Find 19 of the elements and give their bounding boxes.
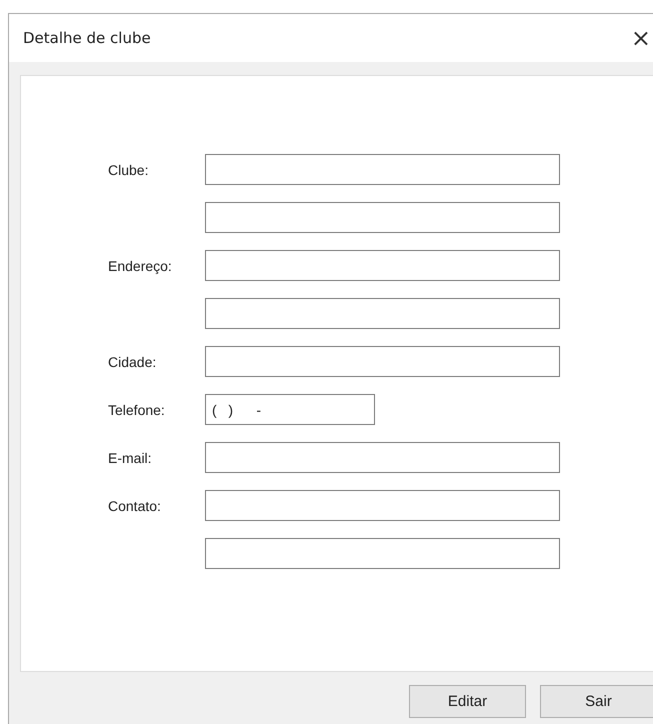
input-field[interactable]: ( ) - xyxy=(205,394,375,425)
field-label: Cidade: xyxy=(108,354,156,370)
window-title: Detalhe de clube xyxy=(23,29,151,47)
input-field[interactable] xyxy=(205,250,560,281)
input-field[interactable] xyxy=(205,538,560,569)
field-label: Clube: xyxy=(108,162,148,178)
input-field[interactable] xyxy=(205,490,560,521)
input-field[interactable] xyxy=(205,298,560,329)
edit-button[interactable]: Editar xyxy=(409,685,526,718)
input-field[interactable] xyxy=(205,202,560,233)
input-field[interactable] xyxy=(205,346,560,377)
exit-button[interactable]: Sair xyxy=(540,685,653,718)
input-field[interactable] xyxy=(205,442,560,473)
field-label: Contato: xyxy=(108,498,161,514)
close-button[interactable]: × xyxy=(630,24,653,52)
field-label: E-mail: xyxy=(108,450,152,466)
field-label: Telefone: xyxy=(108,402,165,418)
field-label: Endereço: xyxy=(108,258,172,274)
input-field[interactable] xyxy=(205,154,560,185)
